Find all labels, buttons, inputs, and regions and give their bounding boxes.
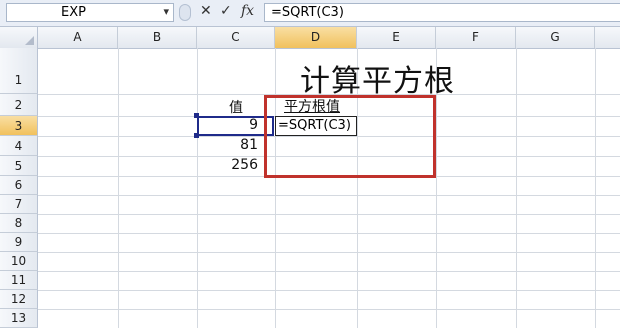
formula-input[interactable]: =SQRT(C3) <box>264 3 620 22</box>
grid-line <box>595 48 596 328</box>
row-header-8[interactable]: 8 <box>0 214 38 233</box>
grid-line <box>197 48 198 328</box>
selection-handle[interactable] <box>194 113 199 118</box>
row-header-6[interactable]: 6 <box>0 176 38 195</box>
grid-line <box>516 48 517 328</box>
column-header-d[interactable]: D <box>275 27 357 48</box>
column-header-g[interactable]: G <box>516 27 595 48</box>
cell-d1-title[interactable]: 计算平方根 <box>300 56 455 100</box>
column-header-e[interactable]: E <box>357 27 436 48</box>
grid-line <box>38 195 620 196</box>
row-header-1[interactable]: 1 <box>0 48 38 94</box>
column-header-c[interactable]: C <box>197 27 275 48</box>
column-header-overflow <box>595 27 620 48</box>
row-header-4[interactable]: 4 <box>0 136 38 156</box>
row-header-10[interactable]: 10 <box>0 252 38 271</box>
formula-bar-splitter[interactable] <box>179 4 191 21</box>
grid-line <box>38 271 620 272</box>
row-header-7[interactable]: 7 <box>0 195 38 214</box>
grid-line <box>38 233 620 234</box>
grid-line <box>118 48 119 328</box>
cell-c5[interactable]: 256 <box>208 157 258 173</box>
formula-bar: EXP ▾ ✕ ✓ fx =SQRT(C3) <box>0 0 620 27</box>
grid-line <box>38 252 620 253</box>
row-header-5[interactable]: 5 <box>0 156 38 176</box>
column-header-row: A B C D E F G <box>0 27 620 49</box>
select-all-button[interactable] <box>0 27 38 48</box>
row-header-12[interactable]: 12 <box>0 290 38 309</box>
selection-handle[interactable] <box>194 133 199 138</box>
cell-c4[interactable]: 81 <box>208 137 258 153</box>
row-header-9[interactable]: 9 <box>0 233 38 252</box>
grid-line <box>38 214 620 215</box>
column-header-b[interactable]: B <box>118 27 197 48</box>
insert-function-icon[interactable]: fx <box>241 3 254 19</box>
row-header-3[interactable]: 3 <box>0 116 38 136</box>
column-header-f[interactable]: F <box>436 27 516 48</box>
row-header-13[interactable]: 13 <box>0 309 38 328</box>
highlight-annotation <box>264 95 436 178</box>
formula-text: =SQRT(C3) <box>271 5 344 20</box>
enter-icon[interactable]: ✓ <box>220 3 232 19</box>
cell-c2[interactable]: 值 <box>229 97 243 117</box>
row-header-2[interactable]: 2 <box>0 94 38 116</box>
grid-line <box>38 290 620 291</box>
grid-line <box>38 309 620 310</box>
chevron-down-icon[interactable]: ▾ <box>163 5 169 18</box>
name-box-value: EXP <box>61 5 86 20</box>
row-header-11[interactable]: 11 <box>0 271 38 290</box>
cancel-icon[interactable]: ✕ <box>200 3 212 19</box>
cell-c3[interactable]: 9 <box>208 117 258 133</box>
grid-line <box>275 48 276 328</box>
column-header-a[interactable]: A <box>38 27 118 48</box>
name-box[interactable]: EXP ▾ <box>6 3 174 22</box>
